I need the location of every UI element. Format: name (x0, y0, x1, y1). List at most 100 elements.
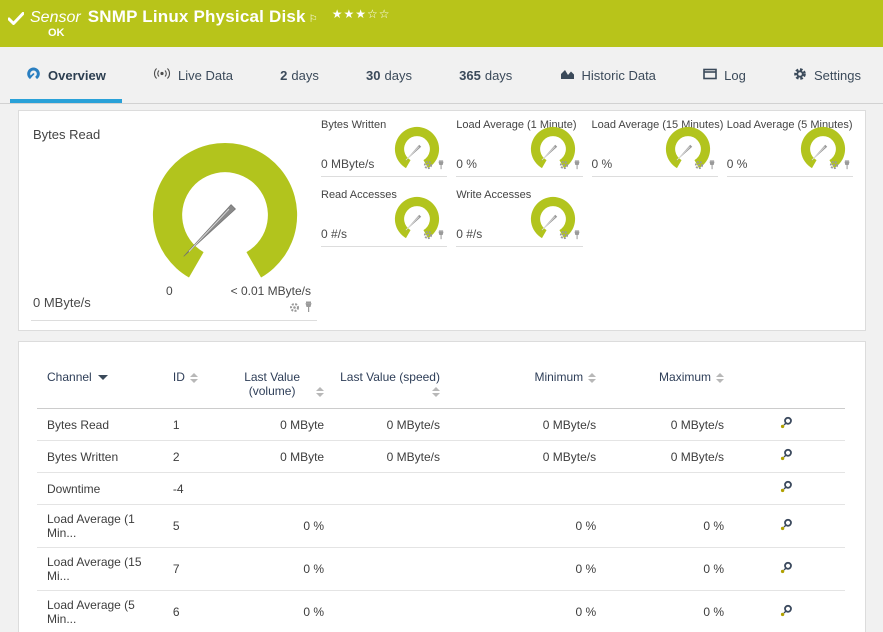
sort-icon (716, 373, 725, 383)
column-header-last-value-speed[interactable]: Last Value (speed) (326, 356, 442, 409)
last-value-volume-cell: 0 MByte (215, 440, 327, 473)
last-value-speed-cell (326, 504, 442, 548)
channels-table: Channel ID Last Value (volume) Last Valu… (37, 356, 845, 632)
pin-icon[interactable] (708, 157, 716, 175)
broadcast-icon (153, 67, 171, 83)
last-value-speed-cell: 0 MByte/s (326, 440, 442, 473)
pin-icon[interactable] (437, 157, 445, 175)
channel-id-cell: 2 (162, 440, 216, 473)
pin-icon[interactable] (573, 227, 581, 245)
tab-30-days-number: 30 (366, 67, 381, 83)
pin-icon[interactable] (573, 157, 581, 175)
edit-channel-icon[interactable] (779, 604, 793, 621)
gear-icon[interactable] (829, 157, 839, 175)
table-row[interactable]: Bytes Written 2 0 MByte 0 MByte/s 0 MByt… (37, 440, 845, 473)
last-value-volume-cell: 0 % (215, 590, 327, 632)
minimum-cell: 0 % (441, 590, 599, 632)
tab-365-days-number: 365 (459, 67, 481, 83)
gauge-tile-load-average-5min: Load Average (5 Minutes) 0 % (726, 119, 853, 177)
tab-365-days-unit: days (484, 67, 513, 83)
channel-id-cell: 6 (162, 590, 216, 632)
table-row[interactable]: Load Average (1 Min... 5 0 % 0 % 0 % (37, 504, 845, 548)
last-value-speed-cell (326, 472, 442, 505)
column-header-maximum[interactable]: Maximum (598, 356, 727, 409)
channel-id-cell: 5 (162, 504, 216, 548)
column-header-speed-label: Last Value (speed) (340, 370, 440, 384)
tab-365-days[interactable]: 365 days (443, 47, 528, 103)
tab-live-data-label: Live Data (178, 67, 233, 83)
ok-check-icon (7, 12, 25, 30)
tab-overview[interactable]: Overview (10, 47, 122, 103)
object-kind-label: Sensor (30, 9, 81, 26)
channel-name-cell: Bytes Written (37, 440, 163, 473)
column-header-volume-label: Last Value (volume) (244, 370, 301, 398)
gauge-value: 0 #/s (456, 227, 483, 241)
gear-icon[interactable] (559, 227, 569, 245)
pin-icon[interactable] (843, 157, 851, 175)
window-icon (703, 68, 717, 83)
pin-icon[interactable] (437, 227, 445, 245)
tab-log[interactable]: Log (687, 47, 762, 103)
last-value-volume-cell (215, 472, 327, 505)
small-gauges-grid: Bytes Written 0 MByte/s Load Average (1 … (321, 119, 853, 247)
edit-channel-icon[interactable] (779, 561, 793, 578)
tab-settings[interactable]: Settings (777, 47, 877, 103)
channel-name-cell: Load Average (1 Min... (37, 504, 163, 548)
gear-icon[interactable] (289, 300, 300, 318)
table-row[interactable]: Downtime -4 (37, 472, 845, 505)
column-header-minimum[interactable]: Minimum (441, 356, 599, 409)
column-header-id[interactable]: ID (162, 356, 216, 409)
column-header-channel[interactable]: Channel (37, 356, 163, 409)
tab-live-data[interactable]: Live Data (137, 47, 249, 103)
gauge-title: Bytes Written (321, 119, 387, 131)
tab-historic-data[interactable]: Historic Data (544, 47, 672, 103)
column-header-last-value-volume[interactable]: Last Value (volume) (215, 356, 327, 409)
gear-icon[interactable] (559, 157, 569, 175)
gauge-value: 0 #/s (321, 227, 348, 241)
sensor-overview-page: Sensor SNMP Linux Physical Disk ⚐ ★★★☆☆ … (0, 0, 883, 632)
gear-icon[interactable] (423, 157, 433, 175)
gauges-panel: Bytes Read 0 < 0.01 MByte/s 0 MByte/s By… (18, 110, 866, 331)
edit-channel-icon[interactable] (779, 518, 793, 535)
edit-channel-icon[interactable] (779, 480, 793, 497)
gauge-icon (26, 67, 41, 84)
table-row[interactable]: Load Average (15 Mi... 7 0 % 0 % 0 % (37, 547, 845, 591)
table-row[interactable]: Bytes Read 1 0 MByte 0 MByte/s 0 MByte/s… (37, 408, 845, 441)
maximum-cell (598, 472, 727, 505)
sensor-status-text: OK (48, 27, 65, 39)
channel-id-cell: -4 (162, 472, 216, 505)
gauge-value: 0 MByte/s (33, 295, 91, 310)
channel-id-cell: 1 (162, 408, 216, 441)
pin-icon[interactable] (304, 300, 313, 318)
channel-name-cell: Load Average (15 Mi... (37, 547, 163, 591)
channel-name-cell: Bytes Read (37, 408, 163, 441)
last-value-speed-cell (326, 590, 442, 632)
edit-channel-icon[interactable] (779, 448, 793, 465)
table-row[interactable]: Load Average (5 Min... 6 0 % 0 % 0 % (37, 590, 845, 632)
tab-log-label: Log (724, 67, 746, 83)
minimum-cell (441, 472, 599, 505)
column-header-id-label: ID (172, 370, 185, 384)
gauge-tile-load-average-1min: Load Average (1 Minute) 0 % (456, 119, 583, 177)
stars-empty: ☆☆ (366, 7, 391, 21)
gauge-title: Read Accesses (321, 189, 397, 201)
channel-name-cell: Load Average (5 Min... (37, 590, 163, 632)
sensor-status-header: Sensor SNMP Linux Physical Disk ⚐ ★★★☆☆ … (0, 0, 883, 47)
tab-settings-label: Settings (814, 67, 861, 83)
tab-2-days-number: 2 (280, 67, 288, 83)
gear-icon[interactable] (694, 157, 704, 175)
gear-icon[interactable] (423, 227, 433, 245)
tab-2-days[interactable]: 2 days (264, 47, 335, 103)
gauge-title: Bytes Read (33, 127, 101, 142)
maximum-cell: 0 % (598, 547, 727, 591)
sort-icon (588, 373, 597, 383)
sort-icon (316, 387, 325, 397)
flag-icon[interactable]: ⚐ (309, 14, 318, 25)
minimum-cell: 0 MByte/s (441, 440, 599, 473)
edit-channel-icon[interactable] (779, 416, 793, 433)
priority-stars[interactable]: ★★★☆☆ (332, 7, 391, 21)
minimum-cell: 0 MByte/s (441, 408, 599, 441)
channel-name-cell: Downtime (37, 472, 163, 505)
tab-30-days[interactable]: 30 days (350, 47, 428, 103)
last-value-speed-cell (326, 547, 442, 591)
